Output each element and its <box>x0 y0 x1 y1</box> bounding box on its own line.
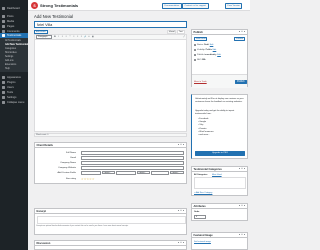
admin-sidebar: Dashboard Posts Media Pages Comments Tes… <box>0 0 28 250</box>
tab-all-categories[interactable]: All Categories <box>194 174 207 176</box>
full-name-row: Full Name <box>35 151 186 156</box>
box-toggle-icon[interactable]: ▲ ▼ ▲ <box>177 209 184 214</box>
select-one[interactable]: - default - <box>102 171 115 175</box>
box-toggle-icon[interactable]: ▲ ▼ ▲ <box>177 241 184 246</box>
publish-heading[interactable]: Publish ▲ ▼ ▲ <box>192 30 247 35</box>
testimonial-title-input[interactable] <box>34 21 187 28</box>
excerpt-heading[interactable]: Excerpt ▲ ▼ ▲ <box>35 209 186 214</box>
visibility-line: Visibility: Public Edit <box>194 49 216 51</box>
edit-status-link[interactable]: Edit <box>210 44 214 46</box>
upgrade-button[interactable]: Upgrade to PRO <box>195 151 245 156</box>
plugin-logo: S <box>31 2 38 9</box>
sidebar-collapse[interactable]: Collapse menu <box>0 100 28 105</box>
edit-publish-time-link[interactable]: Edit <box>217 54 221 56</box>
fullscreen-button[interactable]: ⤢ <box>182 35 186 38</box>
plugin-icon <box>2 81 5 85</box>
select-two[interactable]: - default - <box>137 171 150 175</box>
status-line: Status: Draft Edit <box>194 44 213 46</box>
discussion-heading[interactable]: Discussion ▲ ▼ ▲ <box>35 241 186 246</box>
editor-toolbar: Paragraph B I ≡ ≡ ❝ ≡ ≡ ≡ 🔗 ✕ ▦ ⤢ <box>35 35 186 40</box>
box-toggle-icon[interactable]: ▲ ▼ ▲ <box>238 167 245 172</box>
select-three[interactable]: - default - <box>170 171 184 175</box>
toolbar-toggle-button[interactable]: ▦ <box>91 35 95 38</box>
brush-icon <box>2 76 5 80</box>
excerpt-box: Excerpt ▲ ▼ ▲ Excerpts are optional hand-… <box>34 208 187 235</box>
discussion-box: Discussion ▲ ▼ ▲ <box>34 240 187 250</box>
pin-icon <box>2 14 5 18</box>
plugin-name: Strong Testimonials <box>40 3 79 9</box>
publish-button[interactable]: Publish <box>235 79 247 84</box>
support-button[interactable]: Contact us for support <box>182 2 209 9</box>
eye-icon <box>194 49 196 51</box>
attributes-heading[interactable]: Attributes ▲ ▼ ▲ <box>192 204 247 209</box>
settings-icon <box>2 95 5 99</box>
save-draft-button[interactable]: Save Draft <box>194 37 208 41</box>
preview-button[interactable]: Preview <box>234 37 246 41</box>
box-toggle-icon[interactable]: ▲ ▼ ▲ <box>177 143 184 148</box>
seo-icon <box>194 59 196 61</box>
format-select[interactable]: Paragraph <box>36 35 52 39</box>
edit-visibility-link[interactable]: Edit <box>213 49 217 51</box>
publish-box: Publish ▲ ▼ ▲ Save Draft Preview Status: … <box>191 29 248 88</box>
testimonials-submenu: All Testimonials Add New Testimonial Cat… <box>0 38 28 73</box>
custom-field-input-3[interactable] <box>151 171 169 175</box>
publish-time-line: Publish immediately Edit <box>194 54 221 56</box>
free-version-button[interactable]: Free Version <box>225 2 243 9</box>
star-rating[interactable]: ☆☆☆☆☆ <box>81 177 95 181</box>
custom-fields-row: Add Custom Fields - default - - default … <box>35 171 186 176</box>
page-title: Add New Testimonial <box>34 14 74 19</box>
categories-box: Testimonial Categories ▲ ▼ ▲ All Categori… <box>191 166 248 196</box>
publish-actions: Move to Trash Publish <box>192 74 247 88</box>
company-website-row: Company Website <box>35 166 186 171</box>
promo-intro: Upgrade today and get the ability to imp… <box>195 110 235 115</box>
categories-heading[interactable]: Testimonial Categories ▲ ▼ ▲ <box>192 167 247 172</box>
client-details-heading[interactable]: Client Details ▲ ▼ ▲ <box>35 143 186 148</box>
plugin-header: S Strong Testimonials Documentation Cont… <box>28 0 250 11</box>
tab-most-used[interactable]: Most Used <box>212 174 222 176</box>
order-label: Order <box>194 211 200 213</box>
calendar-icon <box>194 54 196 56</box>
promo-list: • Facebook • Google • Yelp • Zomato • Wo… <box>198 118 214 137</box>
client-details-box: Client Details ▲ ▼ ▲ Full Name Email Comp… <box>34 142 187 184</box>
custom-field-input[interactable] <box>81 171 101 175</box>
order-input[interactable]: 0 <box>194 214 206 219</box>
page-icon <box>2 24 5 28</box>
user-icon <box>2 86 5 90</box>
email-input[interactable] <box>81 156 184 160</box>
list-item: • and more... <box>198 134 210 137</box>
comment-icon <box>2 29 5 33</box>
collapse-icon <box>2 100 5 104</box>
documentation-button[interactable]: Documentation <box>162 2 182 9</box>
submenu-help[interactable]: Help <box>0 67 28 71</box>
star-rating-row: Star rating ☆☆☆☆☆ <box>65 177 95 181</box>
set-featured-image-link[interactable]: Set featured image <box>194 241 211 243</box>
company-name-input[interactable] <box>81 161 184 165</box>
excerpt-textarea[interactable] <box>36 216 186 224</box>
word-count: Word count: 0 <box>34 133 187 137</box>
wrench-icon <box>2 90 5 94</box>
featured-image-heading[interactable]: Featured Image ▲ ▼ ▲ <box>192 233 247 238</box>
upgrade-promo-box: Unfortunately we'll be at display new re… <box>191 94 248 159</box>
company-website-input[interactable] <box>81 166 184 170</box>
add-category-link[interactable]: + Add New Category <box>194 192 212 194</box>
attributes-box: Attributes ▲ ▼ ▲ Order 0 <box>191 203 248 221</box>
box-toggle-icon[interactable]: ▲ ▼ ▲ <box>238 233 245 238</box>
dashboard-icon <box>2 6 5 10</box>
email-row: Email <box>35 156 186 161</box>
promo-text: Unfortunately we'll be at display new re… <box>195 98 244 103</box>
box-toggle-icon[interactable]: ▲ ▼ ▲ <box>238 204 245 209</box>
move-to-trash-link[interactable]: Move to Trash <box>194 81 207 83</box>
full-name-input[interactable] <box>81 151 184 155</box>
media-icon <box>2 19 5 23</box>
excerpt-note: Excerpts are optional hand-crafted summa… <box>36 226 129 227</box>
pin-icon <box>194 44 196 46</box>
testimonial-icon <box>2 34 5 38</box>
categories-list <box>194 177 246 189</box>
company-name-row: Company Name <box>35 161 186 166</box>
featured-image-box: Featured Image ▲ ▼ ▲ Set featured image <box>191 232 248 250</box>
seo-line: SEO N/A <box>194 59 206 61</box>
content-editor[interactable]: Paragraph B I ≡ ≡ ❝ ≡ ≡ ≡ 🔗 ✕ ▦ ⤢ <box>34 34 187 132</box>
box-toggle-icon[interactable]: ▲ ▼ ▲ <box>238 30 245 35</box>
custom-field-input-2[interactable] <box>116 171 136 175</box>
